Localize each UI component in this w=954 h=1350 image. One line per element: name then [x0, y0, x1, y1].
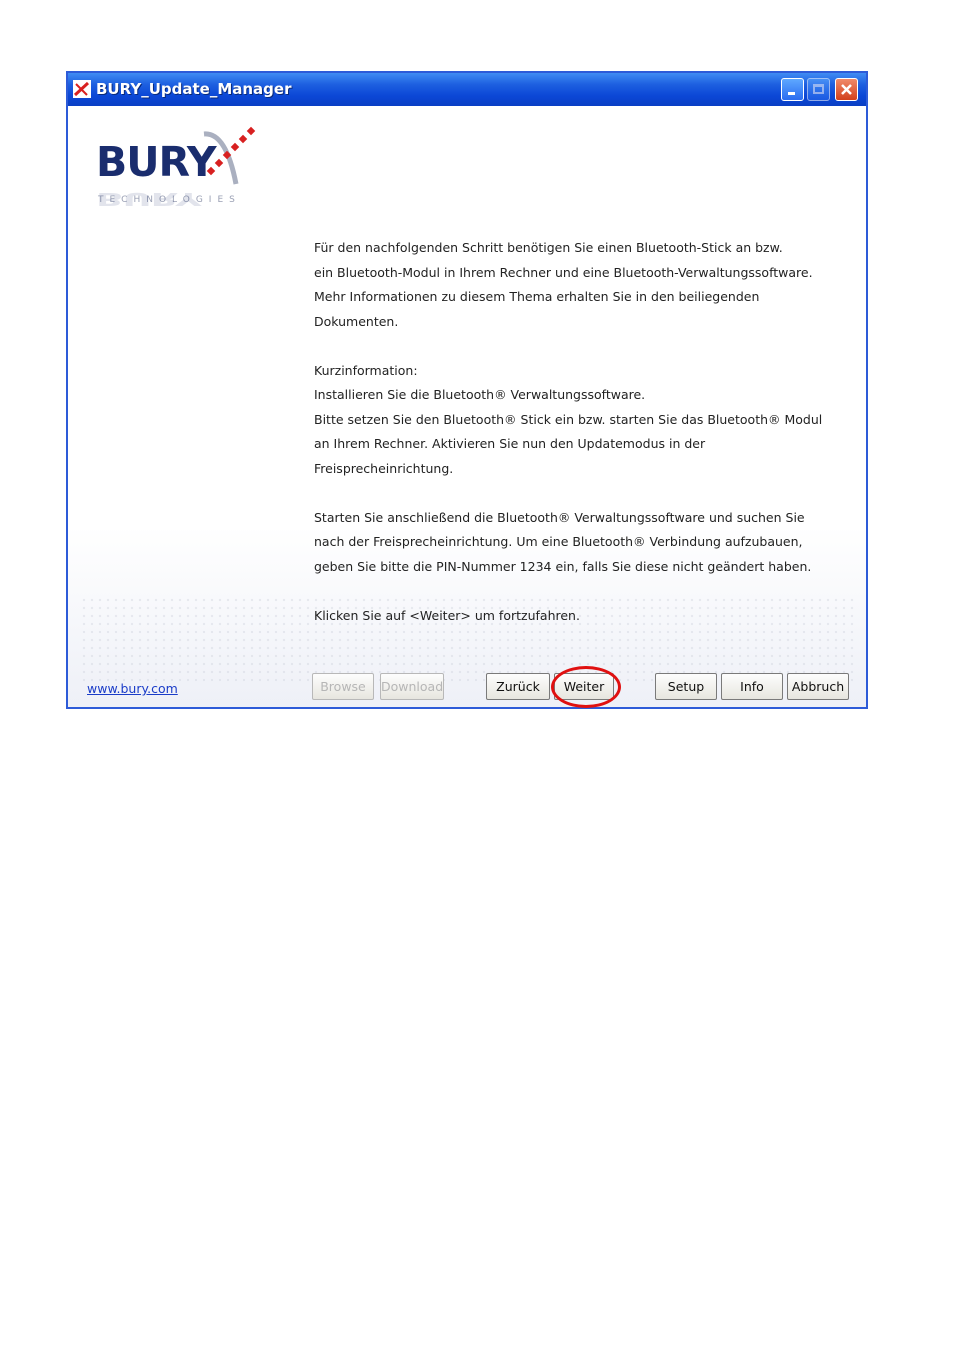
text-line: Starten Sie anschließend die Bluetooth® … — [314, 509, 805, 525]
instruction-text: Für den nachfolgenden Schritt benötigen … — [314, 236, 834, 628]
logo-x-mark — [203, 126, 256, 185]
app-icon — [73, 80, 91, 98]
download-button[interactable]: Download — [380, 673, 444, 700]
text-line: nach der Freisprecheinrichtung. Um eine … — [314, 534, 803, 549]
bury-logo: BURY TECHNOLOGIES BURY — [96, 124, 256, 234]
app-window: BURY_Update_Manager BURY TECHNOLOGIES BU… — [66, 71, 868, 709]
text-line: Kurzinformation: — [314, 362, 418, 378]
cancel-button[interactable]: Abbruch — [787, 673, 849, 700]
title-bar[interactable]: BURY_Update_Manager — [68, 73, 866, 106]
text-line: an Ihrem Rechner. Aktivieren Sie nun den… — [314, 436, 706, 476]
back-button[interactable]: Zurück — [486, 673, 550, 700]
text-line: ein Bluetooth-Modul in Ihrem Rechner und… — [314, 264, 813, 280]
close-icon[interactable] — [835, 78, 858, 101]
info-button[interactable]: Info — [721, 673, 783, 700]
text-line: Klicken Sie auf <Weiter> um fortzufahren… — [314, 607, 580, 623]
logo-reflection: BURY — [96, 188, 201, 210]
setup-button[interactable]: Setup — [655, 673, 717, 700]
next-button[interactable]: Weiter — [554, 673, 614, 700]
text-line: geben Sie bitte die PIN-Nummer 1234 ein,… — [314, 558, 812, 574]
website-link[interactable]: www.bury.com — [87, 681, 178, 696]
text-line: Für den nachfolgenden Schritt benötigen … — [314, 240, 783, 255]
text-line: Mehr Informationen zu diesem Thema erhal… — [314, 289, 760, 329]
content-area: BURY TECHNOLOGIES BURY Für den nachfolge… — [68, 106, 866, 708]
text-line: Installieren Sie die Bluetooth® Verwaltu… — [314, 387, 646, 402]
maximize-icon[interactable] — [807, 78, 830, 101]
window-title: BURY_Update_Manager — [96, 80, 292, 98]
text-line: Bitte setzen Sie den Bluetooth® Stick ei… — [314, 411, 823, 427]
browse-button[interactable]: Browse — [312, 673, 374, 700]
minimize-icon[interactable] — [781, 78, 804, 101]
